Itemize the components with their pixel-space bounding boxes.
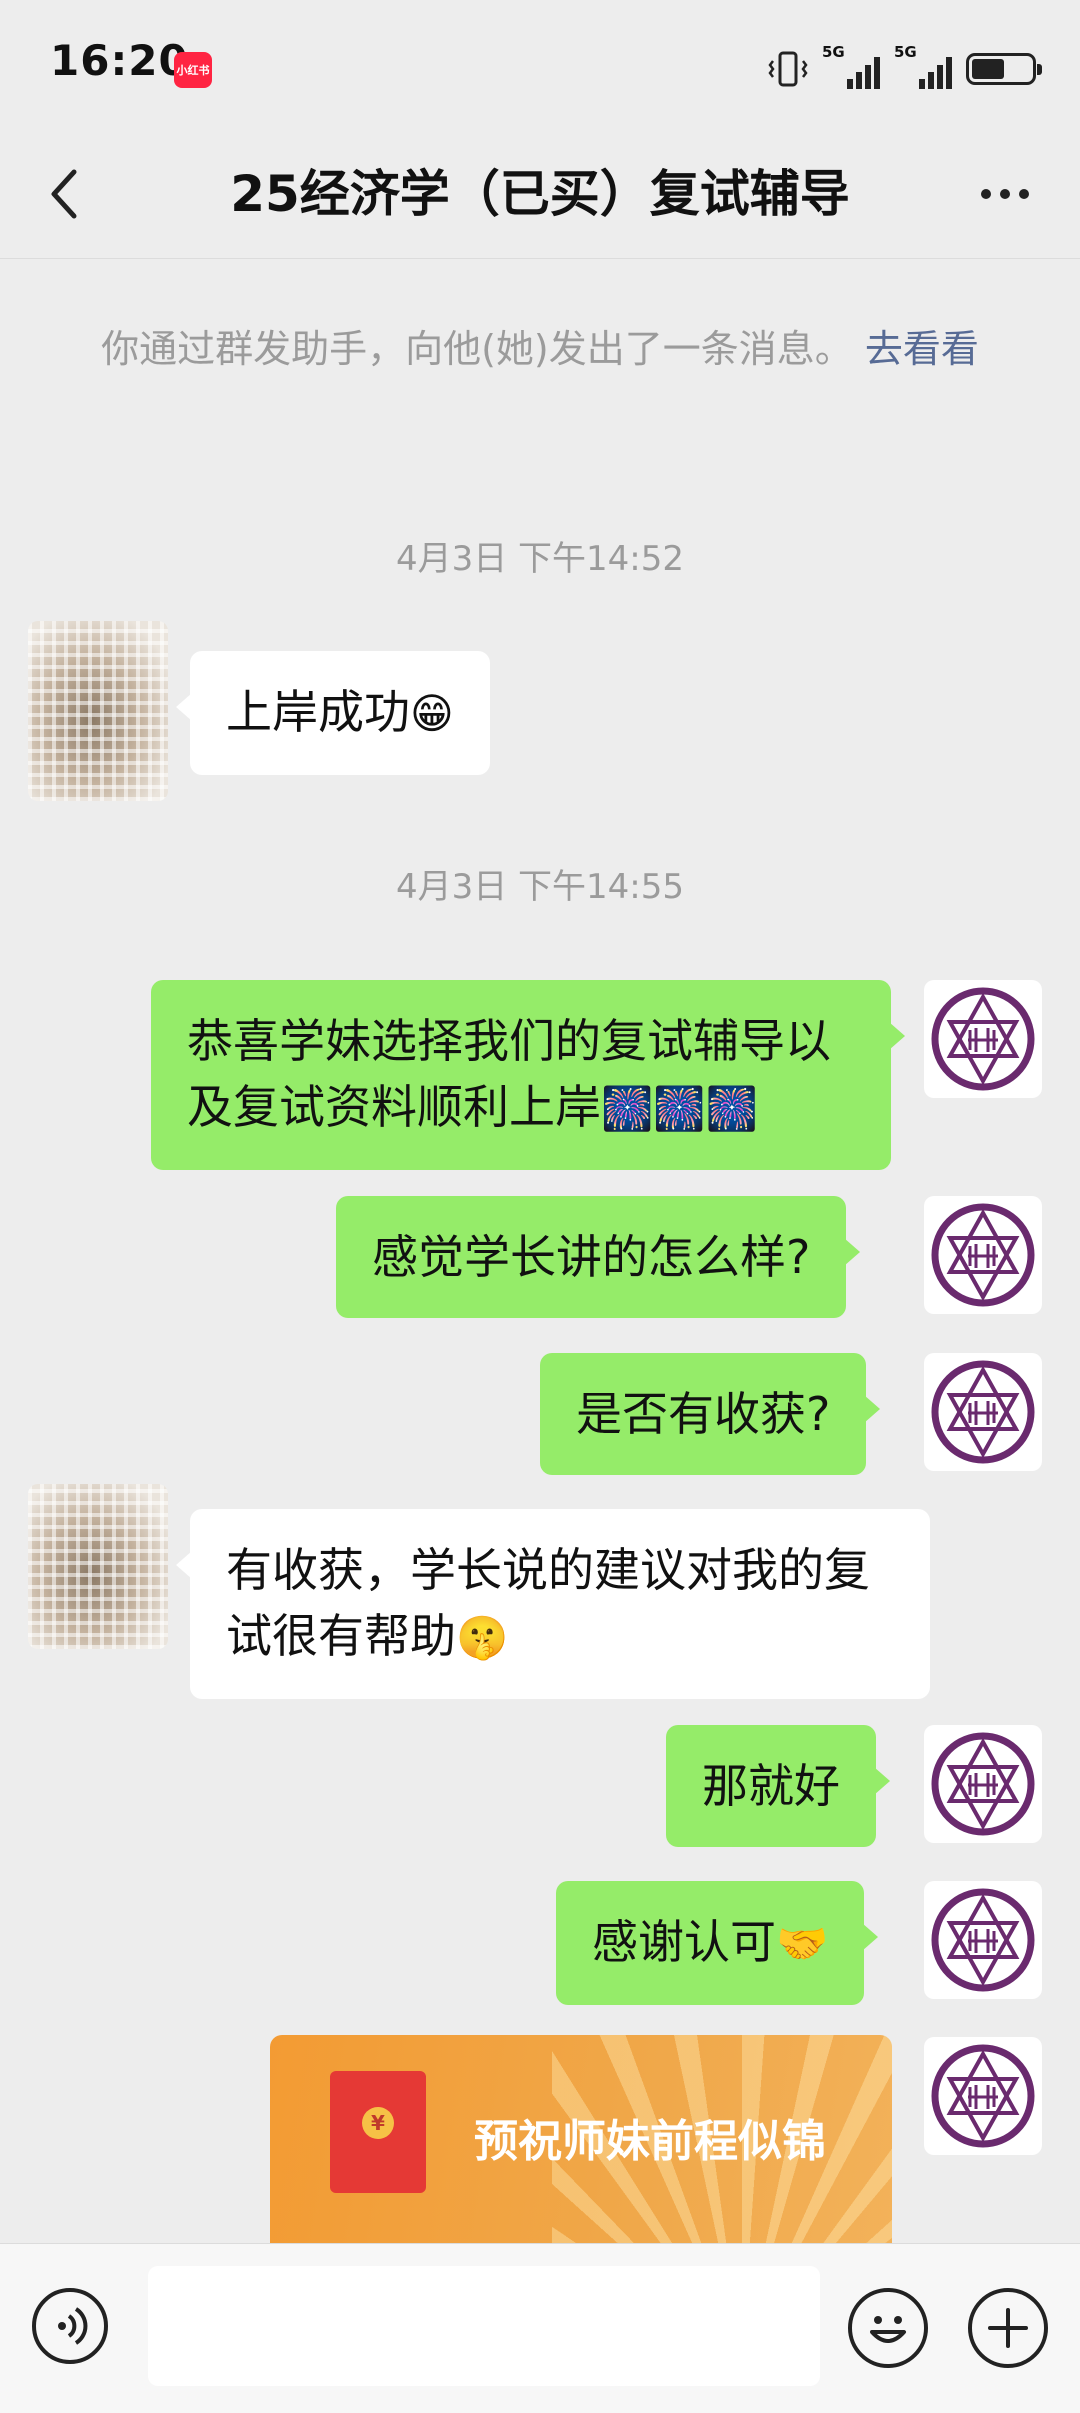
nav-bar: 25经济学（已买）复试辅导 — [0, 130, 1080, 259]
plus-button[interactable] — [968, 2288, 1048, 2368]
message-text: 是否有收获? — [576, 1387, 831, 1441]
app-badge-label: 小红书 — [176, 64, 210, 77]
signal-label-2: 5G — [894, 43, 917, 61]
chevron-left-icon — [51, 169, 77, 219]
back-button[interactable] — [40, 160, 100, 228]
message-text: 那就好 — [702, 1759, 840, 1813]
signal-icon-1: 5G — [822, 43, 880, 91]
self-avatar[interactable] — [924, 1196, 1042, 1314]
message-text: 感谢认可 — [592, 1915, 776, 1969]
status-time: 16:20 — [50, 36, 189, 85]
logo-star-icon — [931, 1732, 1035, 1836]
handshake-emoji-icon: 🤝 — [776, 1919, 829, 1968]
emoji-button[interactable] — [848, 2288, 928, 2368]
view-link[interactable]: 去看看 — [865, 327, 979, 371]
logo-star-icon — [931, 1360, 1035, 1464]
input-bar — [0, 2243, 1080, 2413]
chat-area[interactable]: 你通过群发助手，向他(她)发出了一条消息。 去看看 4月3日 下午14:52 上… — [0, 259, 1080, 2243]
system-notice: 你通过群发助手，向他(她)发出了一条消息。 去看看 — [90, 321, 990, 377]
message-text: 有收获，学长说的建议对我的复试很有帮助 — [226, 1543, 870, 1663]
system-notice-text: 你通过群发助手，向他(她)发出了一条消息。 — [101, 327, 853, 371]
message-text: 上岸成功 — [226, 685, 410, 739]
message-bubble-right[interactable]: 感谢认可🤝 — [556, 1881, 879, 2005]
contact-avatar[interactable] — [28, 1484, 168, 1649]
logo-star-icon — [931, 987, 1035, 1091]
message-bubble-right[interactable]: 感觉学长讲的怎么样? — [336, 1196, 861, 1318]
red-envelope-icon: ¥ — [330, 2071, 426, 2193]
signal-icon-2: 5G — [894, 43, 952, 91]
fireworks-emoji-icon: 🎆🎆🎆 — [601, 1084, 758, 1133]
status-bar: 16:20 小红书 5G 5G — [0, 0, 1080, 130]
self-avatar[interactable] — [924, 2037, 1042, 2155]
red-packet-card[interactable]: ¥ 预祝师妹前程似锦 — [270, 2035, 892, 2243]
message-bubble-right[interactable]: 恭喜学妹选择我们的复试辅导以及复试资料顺利上岸🎆🎆🎆 — [151, 980, 905, 1170]
coin-icon: ¥ — [362, 2107, 394, 2139]
timestamp: 4月3日 下午14:52 — [395, 539, 685, 579]
self-avatar[interactable] — [924, 1353, 1042, 1471]
more-dots-icon — [981, 189, 991, 199]
timestamp: 4月3日 下午14:55 — [395, 867, 685, 907]
grin-emoji-icon: 😁 — [410, 689, 454, 738]
shush-emoji-icon: 🤫 — [456, 1613, 509, 1662]
logo-star-icon — [931, 2044, 1035, 2148]
logo-star-icon — [931, 1203, 1035, 1307]
message-bubble-left[interactable]: 有收获，学长说的建议对我的复试很有帮助🤫 — [176, 1509, 930, 1699]
message-input[interactable] — [148, 2266, 820, 2386]
vibrate-icon — [768, 51, 808, 87]
red-packet-message: 预祝师妹前程似锦 — [474, 2116, 826, 2167]
message-text: 感觉学长讲的怎么样? — [372, 1230, 811, 1284]
status-icons: 5G 5G — [768, 43, 1042, 94]
plus-icon — [988, 2308, 1028, 2348]
emoji-icon — [870, 2316, 906, 2343]
contact-avatar[interactable] — [28, 621, 168, 801]
logo-star-icon — [931, 1888, 1035, 1992]
more-button[interactable] — [970, 164, 1040, 224]
self-avatar[interactable] — [924, 980, 1042, 1098]
message-bubble-right[interactable]: 是否有收获? — [540, 1353, 881, 1475]
chat-title: 25经济学（已买）复试辅导 — [230, 165, 850, 223]
message-bubble-left[interactable]: 上岸成功😁 — [176, 651, 490, 775]
self-avatar[interactable] — [924, 1725, 1042, 1843]
voice-icon — [58, 2307, 88, 2345]
message-bubble-right[interactable]: 那就好 — [666, 1725, 890, 1847]
signal-label-1: 5G — [822, 43, 845, 61]
xiaohongshu-icon: 小红书 — [174, 52, 212, 88]
voice-button[interactable] — [32, 2288, 108, 2364]
battery-icon — [966, 53, 1042, 85]
self-avatar[interactable] — [924, 1881, 1042, 1999]
